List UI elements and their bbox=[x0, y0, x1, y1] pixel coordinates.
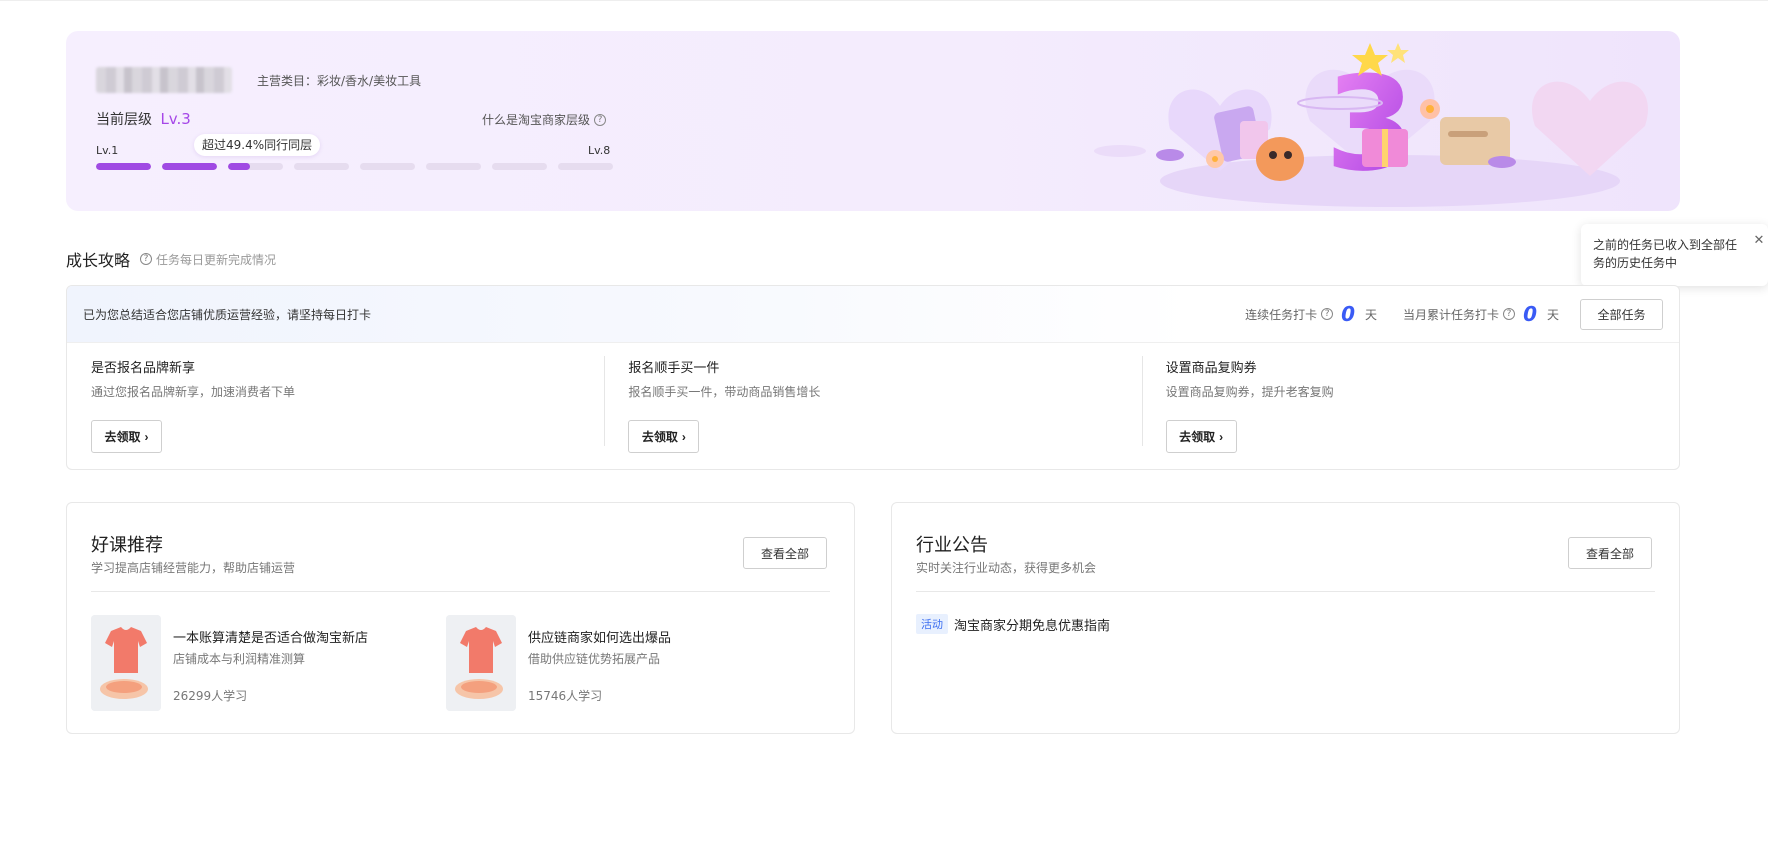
tshirt-thumbnail-icon bbox=[446, 615, 516, 711]
streak-label-wrap: 连续任务打卡 ? bbox=[1245, 306, 1334, 323]
tshirt-thumbnail-icon bbox=[91, 615, 161, 711]
growth-title: 成长攻略 bbox=[66, 251, 131, 270]
course-thumbnail bbox=[446, 615, 516, 711]
announcement-card-title: 行业公告 bbox=[916, 535, 988, 556]
announcement-card-subtitle: 实时关注行业动态，获得更多机会 bbox=[916, 561, 1097, 575]
activity-tag: 活动 bbox=[916, 614, 948, 634]
growth-subtitle-wrap: ? 任务每日更新完成情况 bbox=[140, 251, 276, 268]
level-segment bbox=[96, 163, 151, 170]
course-card-title: 好课推荐 bbox=[91, 535, 163, 556]
chevron-right-icon: › bbox=[1219, 429, 1224, 444]
current-level-label: 当前层级 bbox=[96, 112, 152, 128]
task-desc: 通过您报名品牌新享，加速消费者下单 bbox=[91, 385, 296, 399]
streak-value: 0 bbox=[1341, 302, 1356, 326]
chevron-right-icon: › bbox=[681, 429, 686, 444]
task-card-header: 已为您总结适合您店铺优质运营经验，请坚持每日打卡 连续任务打卡 ? 0 天 当月… bbox=[67, 286, 1679, 343]
growth-subtitle: 任务每日更新完成情况 bbox=[156, 252, 277, 267]
course-item[interactable]: 供应链商家如何选出爆品 借助供应链优势拓展产品 15746人学习 bbox=[446, 615, 806, 711]
all-tasks-button[interactable]: 全部任务 bbox=[1580, 299, 1663, 330]
course-card-subtitle: 学习提高店铺经营能力，帮助店铺运营 bbox=[91, 561, 296, 575]
help-icon[interactable]: ? bbox=[1503, 308, 1516, 320]
streak-unit: 天 bbox=[1365, 307, 1378, 322]
task-card: 已为您总结适合您店铺优质运营经验，请坚持每日打卡 连续任务打卡 ? 0 天 当月… bbox=[66, 285, 1680, 470]
level-segment bbox=[492, 163, 547, 170]
course-thumbnail bbox=[91, 615, 161, 711]
claim-button[interactable]: 去领取 › bbox=[91, 420, 162, 453]
view-all-announcements-button[interactable]: 查看全部 bbox=[1568, 537, 1652, 569]
level-end-label: Lv.8 bbox=[588, 144, 611, 157]
level-segment-fill bbox=[96, 163, 151, 170]
course-title: 供应链商家如何选出爆品 bbox=[528, 631, 672, 646]
history-tasks-tooltip: 之前的任务已收入到全部任务的历史任务中 ✕ bbox=[1581, 224, 1768, 286]
announcement-item[interactable]: 活动 淘宝商家分期免息优惠指南 bbox=[916, 614, 1110, 634]
help-icon[interactable]: ? bbox=[140, 253, 153, 265]
course-learners: 26299人学习 bbox=[173, 689, 248, 703]
task-title: 设置商品复购券 bbox=[1165, 361, 1257, 376]
monthly-value: 0 bbox=[1523, 302, 1537, 326]
what-is-level-link[interactable]: 什么是淘宝商家层级 ? bbox=[482, 111, 607, 128]
industry-announcement-card: 行业公告 实时关注行业动态，获得更多机会 查看全部 活动 淘宝商家分期免息优惠指… bbox=[891, 502, 1680, 734]
claim-button[interactable]: 去领取 › bbox=[1165, 420, 1237, 453]
level-segment-fill bbox=[228, 163, 250, 170]
card-divider bbox=[916, 591, 1655, 592]
claim-label: 去领取 bbox=[641, 430, 678, 444]
course-recommend-card: 好课推荐 学习提高店铺经营能力，帮助店铺运营 查看全部 一本账算清楚是否适合做淘… bbox=[66, 502, 855, 734]
level-segment bbox=[162, 163, 217, 170]
tooltip-text: 之前的任务已收入到全部任务的历史任务中 bbox=[1593, 238, 1738, 270]
growth-section-header: 成长攻略 ? 任务每日更新完成情况 bbox=[66, 247, 276, 271]
task-header-message: 已为您总结适合您店铺优质运营经验，请坚持每日打卡 bbox=[83, 308, 372, 322]
level-3-illustration: 3 bbox=[1094, 43, 1648, 207]
claim-label: 去领取 bbox=[1179, 430, 1216, 444]
level-segment bbox=[360, 163, 415, 170]
claim-button[interactable]: 去领取 › bbox=[628, 420, 700, 453]
claim-label: 去领取 bbox=[104, 430, 141, 444]
monthly-label-wrap: 当月累计任务打卡 ? bbox=[1403, 306, 1516, 323]
level-segment bbox=[558, 163, 613, 170]
level-progress bbox=[96, 163, 613, 170]
task-item: 是否报名品牌新享 通过您报名品牌新享，加速消费者下单 去领取 › bbox=[67, 343, 604, 469]
announcement-text[interactable]: 淘宝商家分期免息优惠指南 bbox=[954, 615, 1110, 634]
task-item: 设置商品复购券 设置商品复购券，提升老客复购 去领取 › bbox=[1141, 343, 1679, 469]
course-desc: 店铺成本与利润精准测算 bbox=[173, 652, 306, 666]
chevron-right-icon: › bbox=[144, 429, 149, 444]
what-is-level-label: 什么是淘宝商家层级 bbox=[482, 113, 591, 127]
current-level-value: Lv.3 bbox=[160, 110, 191, 128]
course-title: 一本账算清楚是否适合做淘宝新店 bbox=[173, 631, 369, 646]
level-segment bbox=[228, 163, 283, 170]
level-segment-fill bbox=[162, 163, 217, 170]
course-learners: 15746人学习 bbox=[528, 689, 603, 703]
svg-text:3: 3 bbox=[1325, 48, 1415, 200]
main-category: 主营类目：彩妆/香水/美妆工具 bbox=[257, 74, 422, 88]
task-list: 是否报名品牌新享 通过您报名品牌新享，加速消费者下单 去领取 › 报名顺手买一件 … bbox=[67, 343, 1679, 469]
task-desc: 报名顺手买一件，带动商品销售增长 bbox=[628, 385, 821, 399]
view-all-courses-button[interactable]: 查看全部 bbox=[743, 537, 827, 569]
close-icon[interactable]: ✕ bbox=[1752, 234, 1766, 248]
course-item[interactable]: 一本账算清楚是否适合做淘宝新店 店铺成本与利润精准测算 26299人学习 bbox=[91, 615, 451, 711]
monthly-label: 当月累计任务打卡 bbox=[1403, 307, 1500, 322]
checkin-stats: 连续任务打卡 ? 0 天 当月累计任务打卡 ? 0 天 bbox=[1245, 302, 1559, 326]
exceed-peers-tip: 超过49.4%同行同层 bbox=[194, 134, 321, 156]
task-item: 报名顺手买一件 报名顺手买一件，带动商品销售增长 去领取 › bbox=[604, 343, 1141, 469]
course-desc: 借助供应链优势拓展产品 bbox=[528, 652, 661, 666]
help-icon[interactable]: ? bbox=[1321, 308, 1334, 320]
top-divider bbox=[0, 0, 1768, 1]
task-title: 是否报名品牌新享 bbox=[91, 361, 196, 376]
streak-label: 连续任务打卡 bbox=[1245, 307, 1318, 322]
card-divider bbox=[91, 591, 830, 592]
monthly-unit: 天 bbox=[1546, 307, 1559, 322]
level-start-label: Lv.1 bbox=[96, 144, 119, 157]
help-icon[interactable]: ? bbox=[594, 113, 607, 126]
task-desc: 设置商品复购券，提升老客复购 bbox=[1165, 385, 1334, 399]
level-banner: 主营类目：彩妆/香水/美妆工具 当前层级 Lv.3 什么是淘宝商家层级 ? Lv… bbox=[66, 31, 1680, 211]
store-name-blurred bbox=[96, 67, 232, 93]
level-segment bbox=[294, 163, 349, 170]
current-level: 当前层级 Lv.3 bbox=[96, 109, 191, 129]
level-segment bbox=[426, 163, 481, 170]
task-title: 报名顺手买一件 bbox=[628, 361, 720, 376]
